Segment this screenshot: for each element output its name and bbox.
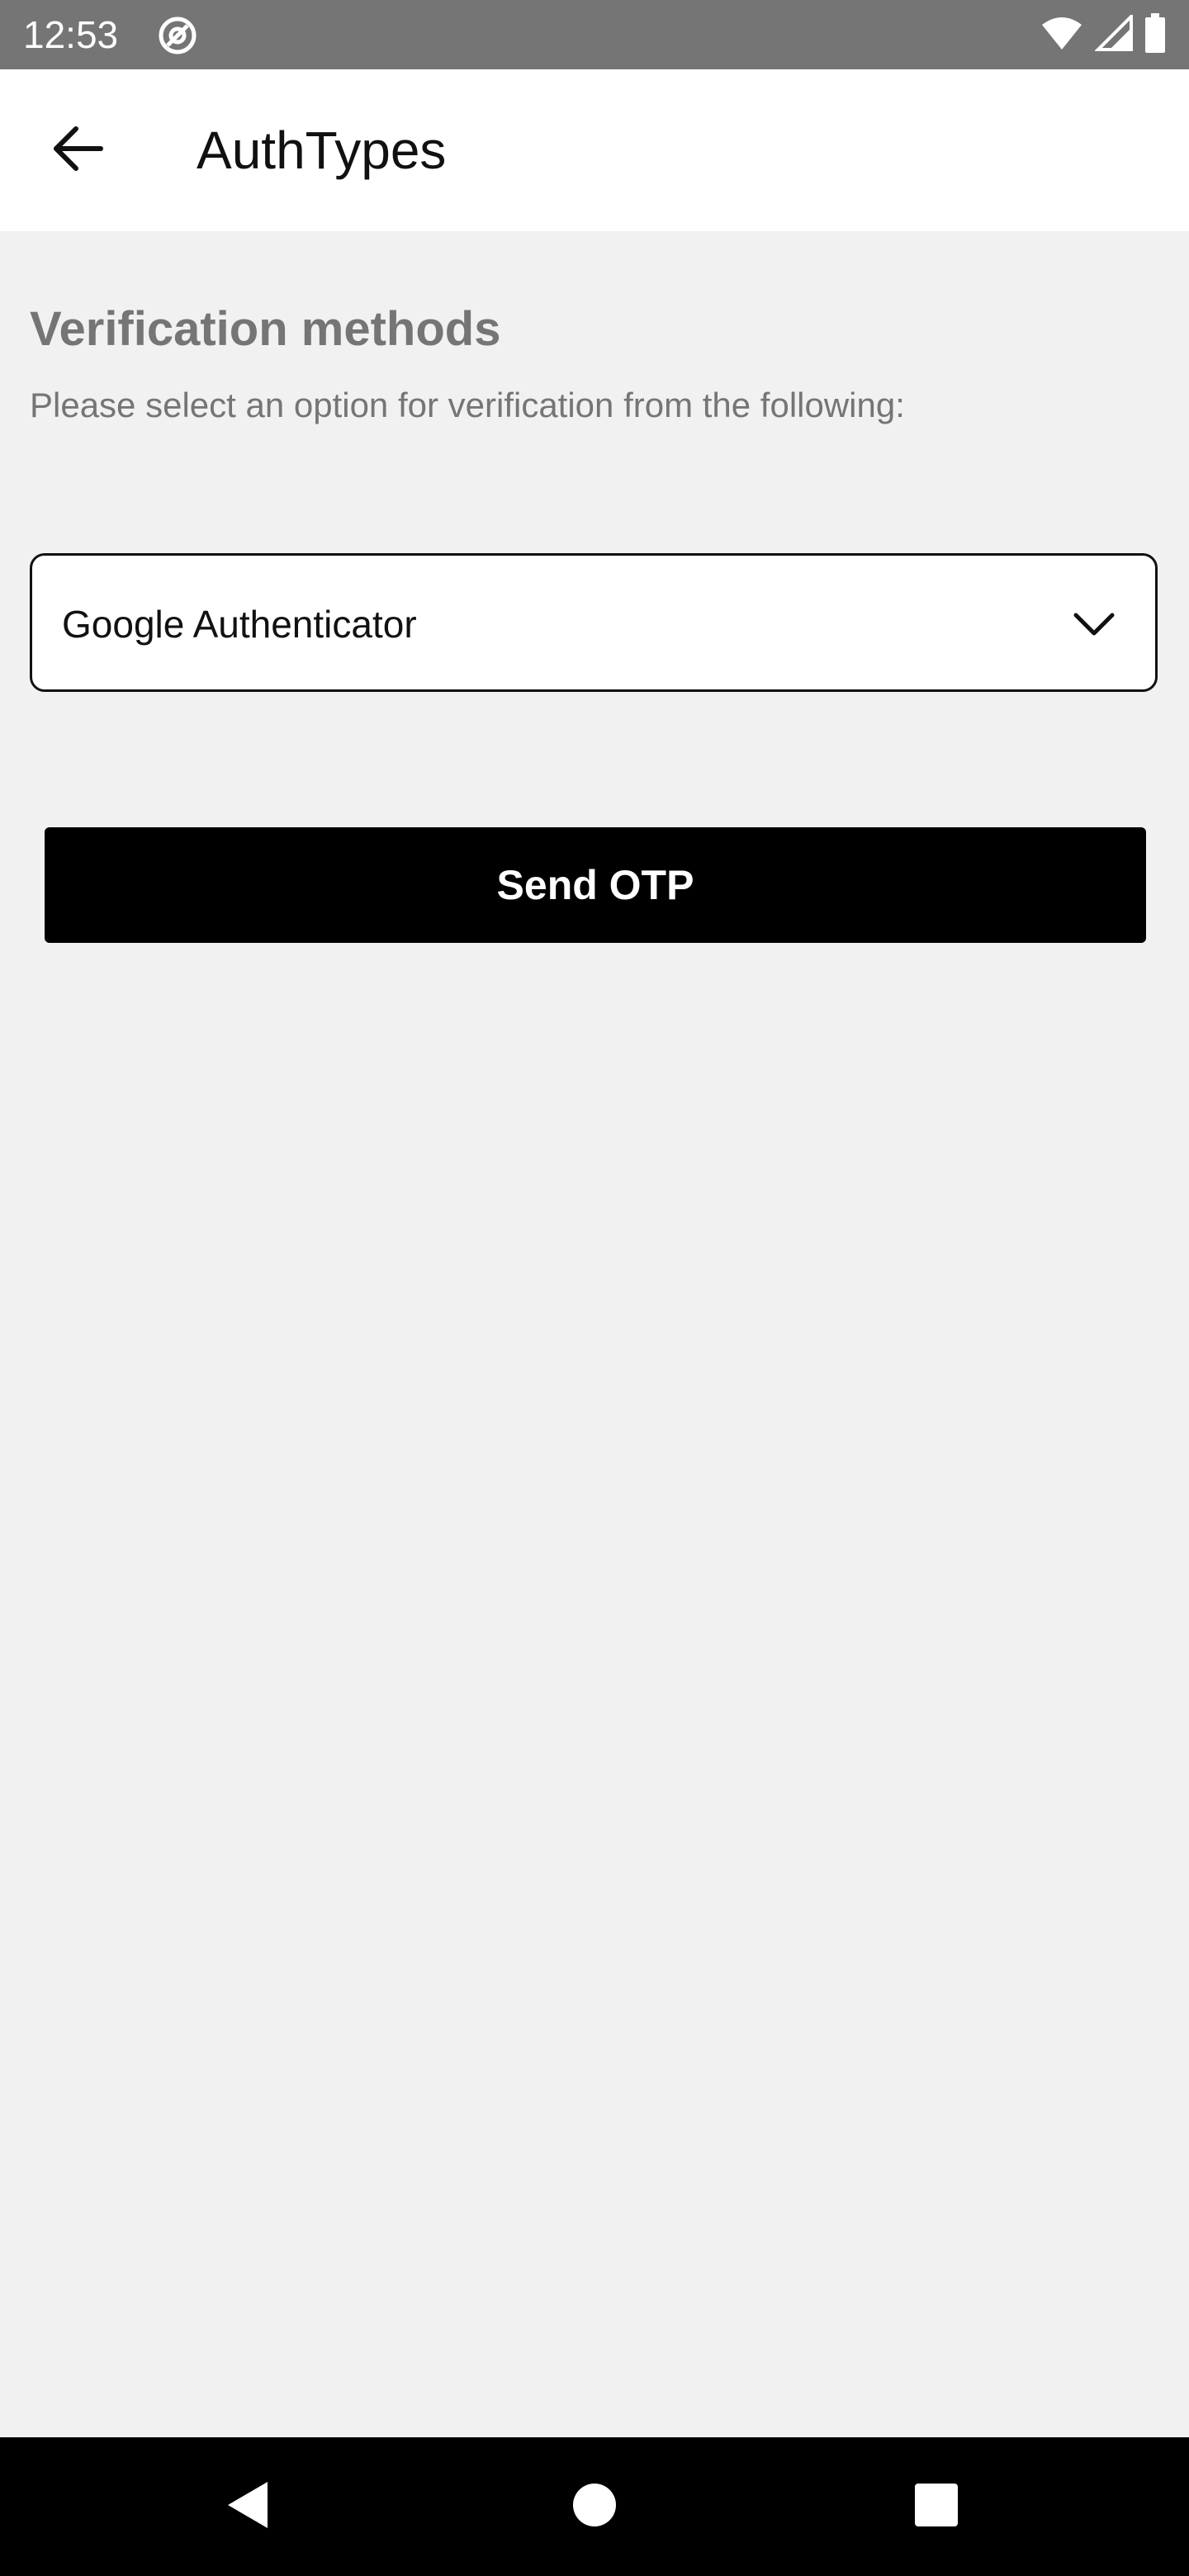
status-icons [1040,12,1166,57]
nav-home-button[interactable] [553,2465,636,2548]
battery-icon [1144,12,1166,57]
send-otp-button[interactable]: Send OTP [45,827,1146,943]
verification-method-dropdown[interactable]: Google Authenticator [30,553,1158,692]
section-title: Verification methods [30,302,501,356]
app-bar: AuthTypes [0,69,1189,231]
chevron-down-icon [1069,600,1119,650]
nav-home-icon [571,2482,618,2532]
signal-icon [1094,12,1133,55]
wifi-icon [1040,15,1083,55]
system-nav-bar [0,2437,1189,2576]
nav-recents-button[interactable] [895,2465,978,2548]
dropdown-selected-value: Google Authenticator [62,603,417,646]
nav-back-button[interactable] [206,2465,289,2548]
status-time: 12:53 [23,13,119,56]
nav-back-icon [223,2479,272,2536]
at-sign-icon [157,15,198,56]
arrow-left-icon [51,122,104,179]
status-bar: 12:53 [0,0,1189,69]
back-button[interactable] [36,109,119,192]
page-title: AuthTypes [197,121,447,180]
section-subtitle: Please select an option for verification… [30,386,905,424]
nav-recents-icon [913,2482,959,2532]
